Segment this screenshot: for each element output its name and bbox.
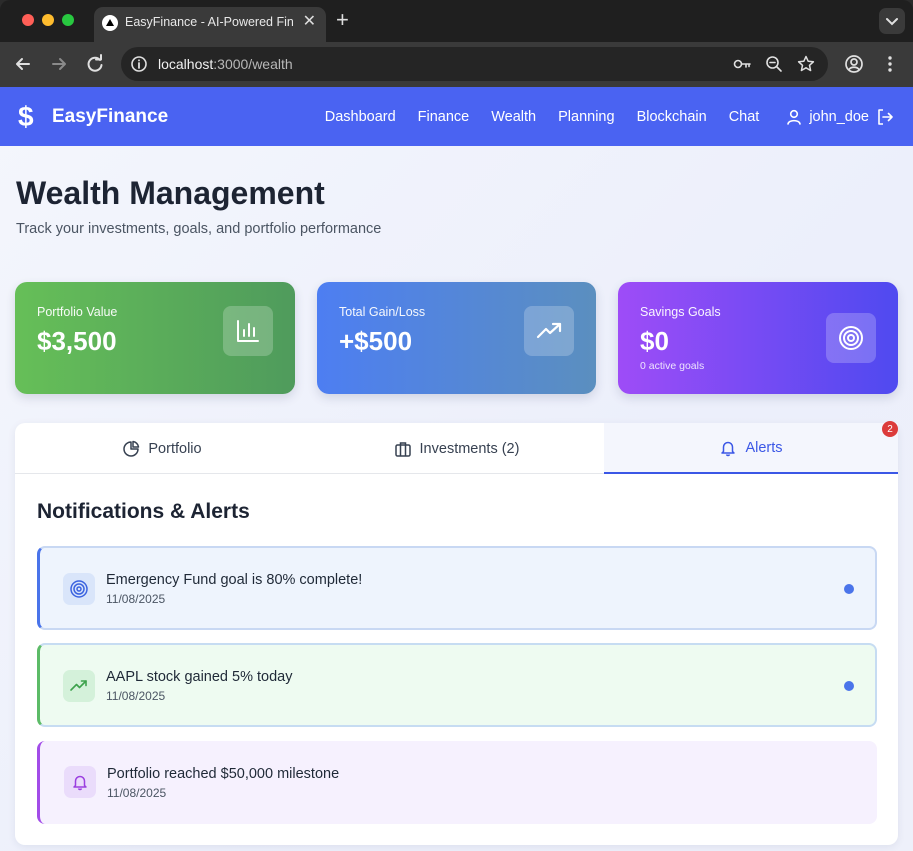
- target-icon: [63, 573, 95, 605]
- briefcase-icon: [394, 441, 411, 457]
- target-icon: [826, 313, 876, 363]
- chevron-down-icon: [886, 18, 898, 26]
- profile-icon: [845, 55, 863, 73]
- minimize-window-button[interactable]: [42, 14, 54, 26]
- browser-menu-button[interactable]: [878, 52, 902, 76]
- alert-date: 11/08/2025: [106, 592, 166, 606]
- nav-link-chat[interactable]: Chat: [729, 109, 760, 125]
- stat-label: Portfolio Value: [37, 305, 118, 319]
- alert-date: 11/08/2025: [107, 786, 167, 800]
- unread-indicator: [844, 584, 854, 594]
- tab-list: Portfolio Investments (2) Alerts 2: [15, 421, 898, 474]
- url-text: localhost:3000/wealth: [158, 56, 293, 72]
- stat-value: +$500: [339, 326, 413, 356]
- stat-value: $3,500: [37, 326, 117, 356]
- nav-link-blockchain[interactable]: Blockchain: [637, 109, 707, 125]
- address-bar[interactable]: localhost:3000/wealth: [121, 47, 828, 81]
- bell-icon: [721, 441, 736, 456]
- nav-link-dashboard[interactable]: Dashboard: [325, 109, 396, 125]
- arrow-right-icon: [52, 58, 66, 70]
- browser-toolbar: localhost:3000/wealth: [0, 42, 913, 87]
- brand-name: EasyFinance: [52, 105, 169, 127]
- arrow-left-icon: [16, 58, 30, 70]
- tab-label: Alerts: [745, 439, 783, 456]
- tab-label: Portfolio: [148, 440, 202, 457]
- stat-value: $0: [640, 326, 669, 356]
- alerts-count-badge: 2: [882, 421, 898, 437]
- page-subtitle: Track your investments, goals, and portf…: [16, 221, 382, 237]
- unread-indicator: [844, 681, 854, 691]
- profile-button[interactable]: [842, 52, 866, 76]
- alert-item[interactable]: Portfolio reached $50,000 milestone 11/0…: [37, 741, 877, 824]
- dollar-icon: $: [18, 100, 34, 132]
- browser-tab-strip: EasyFinance - AI-Powered Finance ✕ +: [0, 0, 913, 42]
- nav-link-planning[interactable]: Planning: [558, 109, 614, 125]
- pie-chart-icon: [123, 440, 140, 457]
- alert-item[interactable]: Emergency Fund goal is 80% complete! 11/…: [37, 546, 877, 630]
- browser-tab[interactable]: EasyFinance - AI-Powered Finance ✕: [94, 7, 326, 42]
- site-info-icon[interactable]: [130, 55, 148, 78]
- stat-label: Total Gain/Loss: [339, 305, 426, 319]
- stat-note: 0 active goals: [640, 360, 705, 372]
- alert-item[interactable]: AAPL stock gained 5% today 11/08/2025: [37, 643, 877, 727]
- back-button[interactable]: [11, 52, 35, 76]
- trending-up-icon: [63, 670, 95, 702]
- stat-label: Savings Goals: [640, 305, 721, 319]
- alert-message: AAPL stock gained 5% today: [106, 669, 293, 685]
- tab-alerts[interactable]: Alerts 2: [604, 421, 898, 474]
- wealth-tabs-panel: Portfolio Investments (2) Alerts 2 Notif…: [15, 421, 898, 845]
- bar-chart-icon: [223, 306, 273, 356]
- close-window-button[interactable]: [22, 14, 34, 26]
- alert-date: 11/08/2025: [106, 689, 166, 703]
- tab-label: Investments (2): [419, 440, 520, 457]
- page-viewport: $ EasyFinance Dashboard Finance Wealth P…: [0, 87, 913, 851]
- user-menu[interactable]: john_doe: [785, 107, 895, 127]
- section-title: Notifications & Alerts: [37, 500, 250, 523]
- savings-goals-card: Savings Goals $0 0 active goals: [618, 282, 898, 394]
- url-host: localhost: [158, 56, 214, 72]
- favicon-icon: [102, 15, 118, 31]
- url-path: :3000/wealth: [213, 56, 293, 72]
- alert-message: Emergency Fund goal is 80% complete!: [106, 572, 363, 588]
- alert-message: Portfolio reached $50,000 milestone: [107, 766, 340, 782]
- reload-button[interactable]: [83, 52, 107, 76]
- tab-title: EasyFinance - AI-Powered Finance: [125, 15, 293, 29]
- forward-button[interactable]: [47, 52, 71, 76]
- tab-close-icon[interactable]: ✕: [303, 13, 316, 31]
- username: john_doe: [809, 108, 869, 125]
- maximize-window-button[interactable]: [62, 14, 74, 26]
- zoom-icon[interactable]: [764, 54, 784, 79]
- nav-link-finance[interactable]: Finance: [418, 109, 470, 125]
- tab-search-button[interactable]: [879, 8, 905, 34]
- reload-icon: [87, 54, 103, 72]
- page-title: Wealth Management: [16, 175, 325, 211]
- tab-portfolio[interactable]: Portfolio: [15, 423, 309, 474]
- password-key-icon[interactable]: [732, 54, 752, 79]
- bell-icon: [64, 766, 96, 798]
- new-tab-button[interactable]: +: [336, 9, 349, 31]
- brand-logo[interactable]: $ EasyFinance: [18, 100, 169, 132]
- main-nav: Dashboard Finance Wealth Planning Blockc…: [325, 107, 895, 127]
- nav-link-wealth[interactable]: Wealth: [491, 109, 536, 125]
- tab-investments[interactable]: Investments (2): [309, 423, 604, 474]
- total-gain-loss-card: Total Gain/Loss +$500: [317, 282, 596, 394]
- trending-up-icon: [524, 306, 574, 356]
- more-vertical-icon: [888, 56, 892, 72]
- bookmark-star-icon[interactable]: [796, 54, 816, 79]
- logout-icon[interactable]: [875, 107, 895, 127]
- user-icon: [787, 109, 802, 125]
- portfolio-value-card: Portfolio Value $3,500: [15, 282, 295, 394]
- app-navbar: $ EasyFinance Dashboard Finance Wealth P…: [0, 87, 913, 146]
